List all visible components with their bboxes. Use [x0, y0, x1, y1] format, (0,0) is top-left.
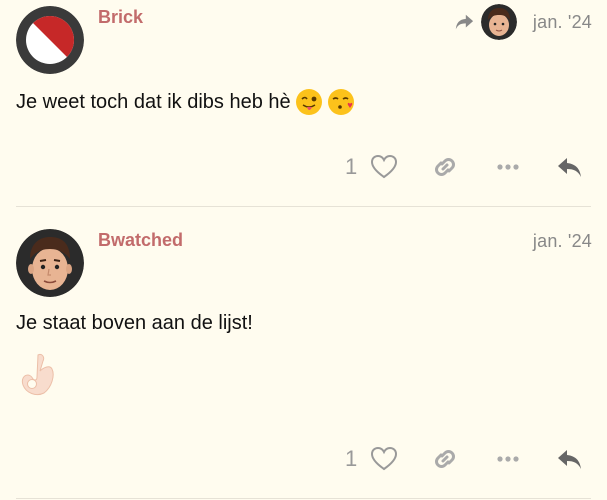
- link-icon[interactable]: [430, 152, 460, 182]
- post-meta: jan. '24: [533, 231, 592, 252]
- like-count: 1: [345, 154, 358, 179]
- like-count: 1: [345, 446, 358, 471]
- post-bwatched: Bwatched jan. '24 Je staat boven aan de …: [0, 207, 607, 500]
- post-actions: 1: [307, 148, 607, 188]
- face-blowing-a-kiss-icon: [327, 89, 354, 115]
- post-brick: Brick jan. '24 Je weet toch dat ik dibs …: [0, 0, 607, 207]
- post-actions: 1: [307, 440, 607, 480]
- post-content: Je staat boven aan de lijst!: [16, 312, 253, 335]
- memoji-avatar-icon: [16, 229, 84, 297]
- winking-face-with-tongue-icon: [295, 89, 322, 115]
- memoji-avatar-icon: [480, 4, 517, 40]
- link-icon[interactable]: [430, 444, 460, 474]
- heart-icon[interactable]: [369, 152, 399, 182]
- more-icon[interactable]: [493, 444, 523, 474]
- brick-avatar-icon: [16, 6, 84, 74]
- post-meta: jan. '24: [453, 4, 592, 40]
- post-divider: [16, 498, 591, 499]
- post-date[interactable]: jan. '24: [533, 231, 592, 252]
- avatar-brick[interactable]: [16, 6, 84, 74]
- post-date[interactable]: jan. '24: [533, 12, 592, 33]
- ok-hand-icon: [21, 354, 54, 396]
- post-text: Je weet toch dat ik dibs heb hè: [16, 90, 291, 113]
- post-content: Je weet toch dat ik dibs heb hè: [16, 88, 355, 116]
- reply-icon[interactable]: [555, 152, 585, 182]
- reply-to-arrow-icon[interactable]: [453, 12, 475, 32]
- avatar-bwatched[interactable]: [16, 229, 84, 297]
- more-icon[interactable]: [493, 152, 523, 182]
- username[interactable]: Bwatched: [98, 230, 183, 251]
- username[interactable]: Brick: [98, 7, 143, 28]
- reply-to-avatar[interactable]: [480, 4, 517, 40]
- reply-icon[interactable]: [555, 444, 585, 474]
- heart-icon[interactable]: [369, 444, 399, 474]
- post-text: Je staat boven aan de lijst!: [16, 312, 253, 334]
